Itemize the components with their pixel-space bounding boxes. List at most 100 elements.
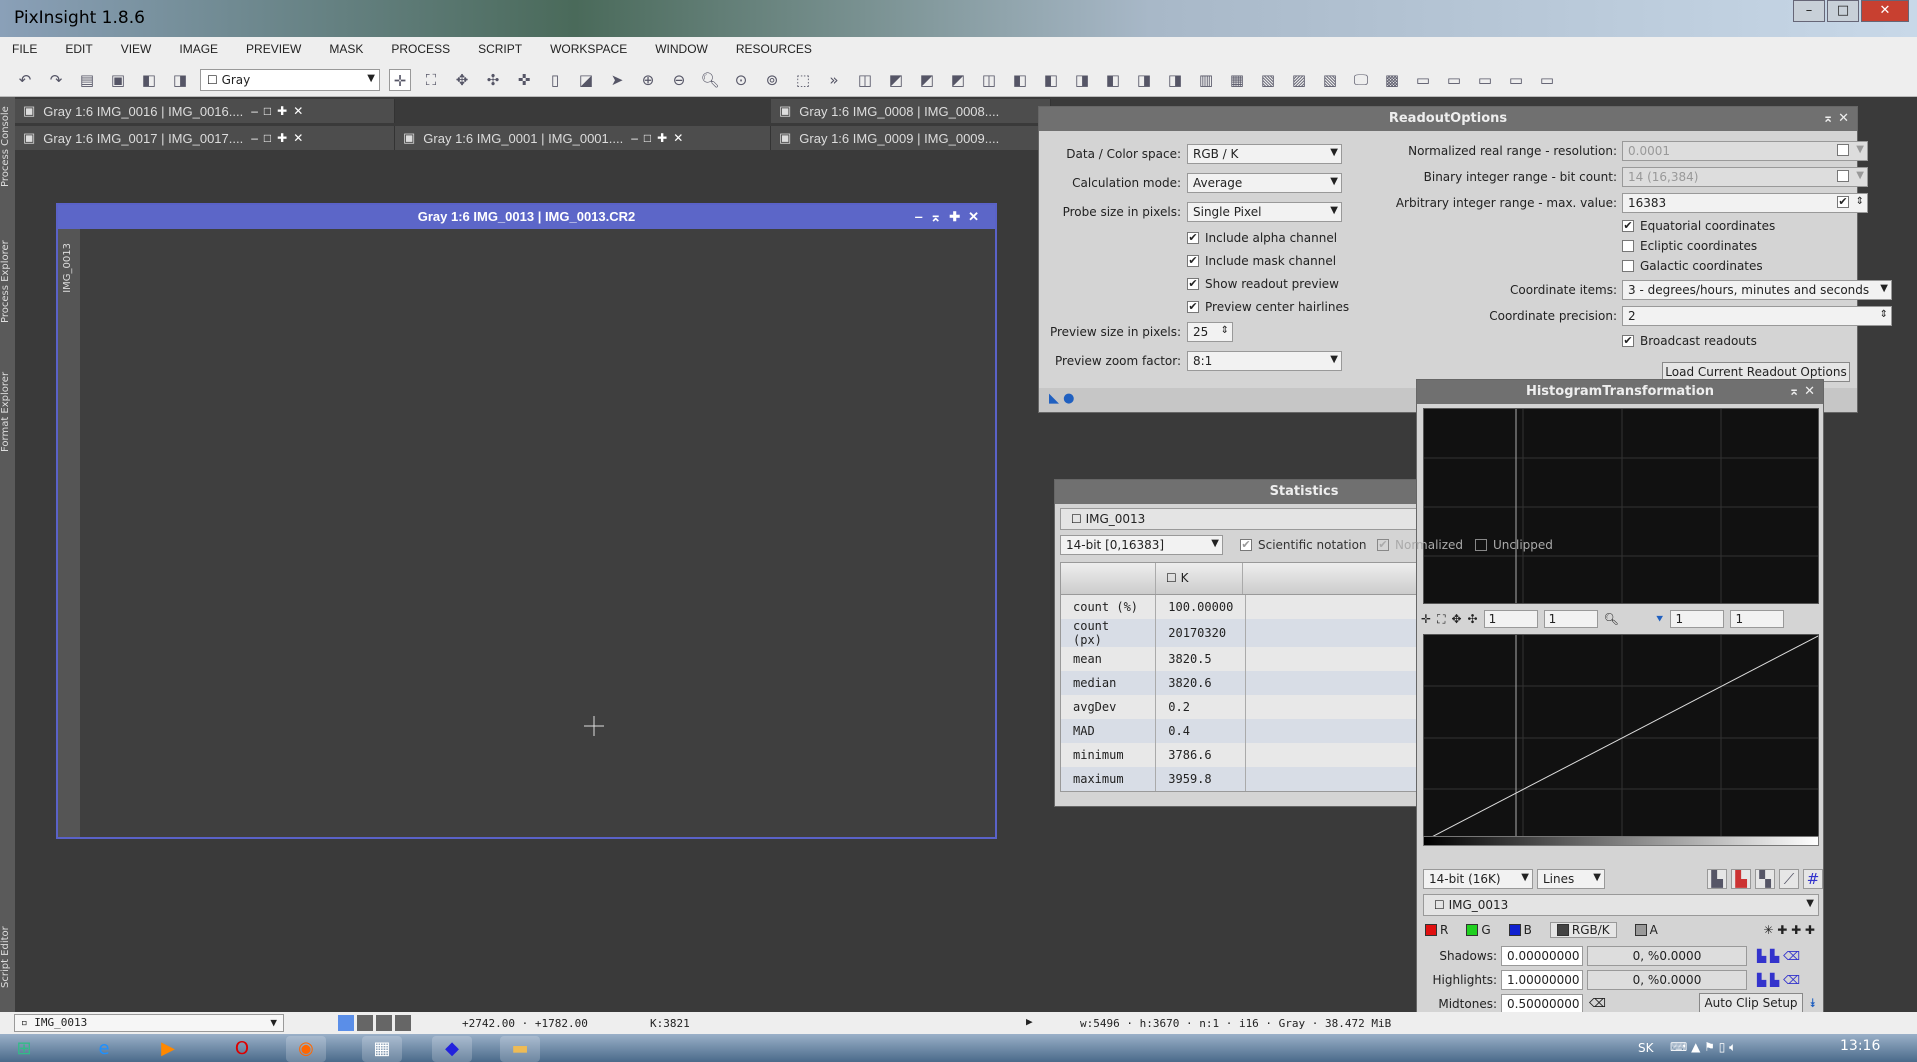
internet-explorer-icon[interactable]: e bbox=[84, 1036, 124, 1062]
image-tab[interactable]: ▣ Gray 1:6 IMG_0017 | IMG_0017.... ‒□✚✕ bbox=[15, 126, 395, 150]
ecliptic-checkbox[interactable]: Ecliptic coordinates bbox=[1622, 239, 1757, 253]
histogram-color-icon[interactable]: ▙ bbox=[1731, 869, 1751, 889]
readout-options-titlebar[interactable]: ReadoutOptions ⌅ ✕ bbox=[1039, 107, 1857, 131]
channel-b[interactable]: B bbox=[1508, 923, 1532, 937]
readout-icon[interactable]: ✛ bbox=[1421, 612, 1431, 626]
view-selector[interactable]: ☐ Gray bbox=[200, 68, 380, 91]
zoom-2-icon[interactable]: ⊙ bbox=[730, 69, 752, 91]
show-readout-preview-checkbox[interactable]: ✔ Show readout preview bbox=[1187, 277, 1339, 291]
readout-mode-icon[interactable]: ✛ bbox=[389, 68, 411, 91]
menu-file[interactable]: FILE bbox=[12, 37, 52, 63]
tab-format-explorer[interactable]: Format Explorer bbox=[0, 357, 15, 467]
arbitrary-max-value-spinbox[interactable]: 16383 ⇕ bbox=[1622, 193, 1868, 213]
move-icon[interactable]: ✣ bbox=[1468, 612, 1478, 626]
zoom-v-spinbox[interactable]: 1 bbox=[1543, 610, 1598, 628]
midtones-input[interactable]: 0.50000000 bbox=[1501, 994, 1583, 1014]
process-icon[interactable]: ◫ bbox=[978, 69, 1000, 91]
zoom-h2-spinbox[interactable]: 1 bbox=[1670, 610, 1725, 628]
pan-icon[interactable]: ✥ bbox=[451, 69, 473, 91]
preview-center-hairlines-checkbox[interactable]: ✔ Preview center hairlines bbox=[1187, 300, 1349, 314]
unclipped-checkbox[interactable]: Unclipped bbox=[1475, 538, 1553, 552]
process-icon[interactable]: ◩ bbox=[916, 69, 938, 91]
window-icon[interactable]: ▧ bbox=[1319, 69, 1341, 91]
play-icon[interactable]: ▶ bbox=[1026, 1015, 1033, 1028]
process-icon[interactable]: ◧ bbox=[1040, 69, 1062, 91]
include-mask-checkbox[interactable]: ✔ Include mask channel bbox=[1187, 254, 1336, 268]
close-button[interactable]: ✕ bbox=[1861, 0, 1909, 22]
normalized-resolution-select[interactable]: 0.0001 ▼ bbox=[1622, 141, 1868, 161]
fit-icon[interactable]: ⛶ bbox=[1437, 612, 1445, 627]
menu-view[interactable]: VIEW bbox=[121, 37, 167, 63]
column-header-k[interactable]: ☐ K bbox=[1156, 563, 1243, 594]
more-icon[interactable]: » bbox=[823, 69, 845, 91]
menu-mask[interactable]: MASK bbox=[329, 37, 378, 63]
zoom-v2-spinbox[interactable]: 1 bbox=[1730, 610, 1785, 628]
calculator-icon[interactable]: ▦ bbox=[362, 1036, 402, 1062]
process-icon[interactable]: ◨ bbox=[1071, 69, 1093, 91]
expand-icon[interactable]: ⯯ bbox=[1809, 996, 1816, 1011]
reset-midtones-icon[interactable]: ⌫ bbox=[1589, 996, 1606, 1010]
firefox-icon[interactable]: ◉ bbox=[286, 1036, 326, 1062]
normalized-checkbox[interactable]: ✔ Normalized bbox=[1377, 538, 1463, 552]
window-icon[interactable]: ▧ bbox=[1257, 69, 1279, 91]
display-mode-button[interactable] bbox=[357, 1015, 373, 1031]
monitor-icon[interactable]: ▭ bbox=[1474, 69, 1496, 91]
display-mode-button[interactable] bbox=[395, 1015, 411, 1031]
zoom-in-icon[interactable]: ⊕ bbox=[637, 69, 659, 91]
equatorial-checkbox[interactable]: ✔ Equatorial coordinates bbox=[1622, 219, 1775, 233]
grid-icon[interactable]: # bbox=[1803, 869, 1823, 889]
duplicate-icon[interactable]: ◧ bbox=[138, 69, 160, 91]
undo-icon[interactable]: ↶ bbox=[14, 69, 36, 91]
preview-size-spinbox[interactable]: 25 ⇕ bbox=[1187, 322, 1233, 342]
normalized-checkbox[interactable] bbox=[1837, 144, 1849, 156]
process-icon[interactable]: ◩ bbox=[947, 69, 969, 91]
media-player-icon[interactable]: ▶ bbox=[148, 1036, 188, 1062]
page-icon[interactable]: ▯ bbox=[544, 69, 566, 91]
center-icon[interactable]: ✜ bbox=[513, 69, 535, 91]
curve-icon[interactable]: ⟋ bbox=[1779, 869, 1799, 889]
process-icon[interactable]: ◫ bbox=[854, 69, 876, 91]
panel-controls[interactable]: ⌅ ✕ bbox=[1823, 107, 1849, 131]
probe-size-select[interactable]: Single Pixel ▼ bbox=[1187, 202, 1342, 222]
pixinsight-icon[interactable]: ◆ bbox=[432, 1036, 472, 1062]
new-instance-icon[interactable]: ◣ bbox=[1049, 391, 1059, 406]
image-window-titlebar[interactable]: Gray 1:6 IMG_0013 | IMG_0013.CR2 ‒⌅✚✕ bbox=[58, 205, 995, 229]
window-icon[interactable]: ▥ bbox=[1195, 69, 1217, 91]
zoom-h-spinbox[interactable]: 1 bbox=[1483, 610, 1538, 628]
menu-edit[interactable]: EDIT bbox=[65, 37, 107, 63]
monitor-icon[interactable]: ▭ bbox=[1443, 69, 1465, 91]
auto-clip-setup-button[interactable]: Auto Clip Setup bbox=[1699, 993, 1803, 1013]
zoom-icon[interactable]: 🔍︎ bbox=[1604, 612, 1619, 626]
coordinate-items-select[interactable]: 3 - degrees/hours, minutes and seconds ▼ bbox=[1622, 280, 1892, 300]
broadcast-readouts-checkbox[interactable]: ✔ Broadcast readouts bbox=[1622, 334, 1757, 348]
histogram-icon[interactable]: ▙ bbox=[1707, 869, 1727, 889]
tab-script-editor[interactable]: Script Editor bbox=[0, 907, 15, 1007]
process-icon[interactable]: ◨ bbox=[1164, 69, 1186, 91]
down-arrow-icon[interactable]: ⯆ bbox=[1655, 612, 1665, 627]
window-controls[interactable]: ‒⌅✚✕ bbox=[915, 205, 987, 229]
file-explorer-icon[interactable]: ▬ bbox=[500, 1036, 540, 1062]
menu-preview[interactable]: PREVIEW bbox=[246, 37, 316, 63]
image-tab[interactable]: ▣ Gray 1:6 IMG_0001 | IMG_0001.... ‒□✚✕ bbox=[395, 126, 771, 150]
select-icon[interactable]: ⬚ bbox=[792, 69, 814, 91]
window-icon[interactable]: ▨ bbox=[1288, 69, 1310, 91]
scientific-notation-checkbox[interactable]: ✔ Scientific notation bbox=[1240, 538, 1367, 552]
arbitrary-checkbox[interactable]: ✔ bbox=[1837, 196, 1849, 208]
highlights-input[interactable]: 1.00000000 bbox=[1501, 970, 1583, 990]
menu-image[interactable]: IMAGE bbox=[179, 37, 233, 63]
channel-r[interactable]: R bbox=[1425, 923, 1448, 937]
image-icon[interactable]: ▤ bbox=[76, 69, 98, 91]
include-alpha-checkbox[interactable]: ✔ Include alpha channel bbox=[1187, 231, 1337, 245]
range-select[interactable]: 14-bit [0,16383] ▼ bbox=[1060, 535, 1223, 555]
pan-icon[interactable]: ✥ bbox=[1451, 612, 1461, 626]
start-button-icon[interactable]: ⊞ bbox=[4, 1036, 44, 1062]
target-view-selector[interactable]: ☐ IMG_0013 ▼ bbox=[1423, 894, 1819, 916]
process-icon[interactable]: ◧ bbox=[1009, 69, 1031, 91]
preview-zoom-select[interactable]: 8:1 ▼ bbox=[1187, 351, 1342, 371]
galactic-checkbox[interactable]: Galactic coordinates bbox=[1622, 259, 1763, 273]
graph-style-select[interactable]: Lines ▼ bbox=[1537, 869, 1605, 889]
new-image-icon[interactable]: ▣ bbox=[107, 69, 129, 91]
monitor-icon[interactable]: ▭ bbox=[1536, 69, 1558, 91]
monitor-icon[interactable]: ▩ bbox=[1381, 69, 1403, 91]
display-mode-button[interactable] bbox=[338, 1015, 354, 1031]
